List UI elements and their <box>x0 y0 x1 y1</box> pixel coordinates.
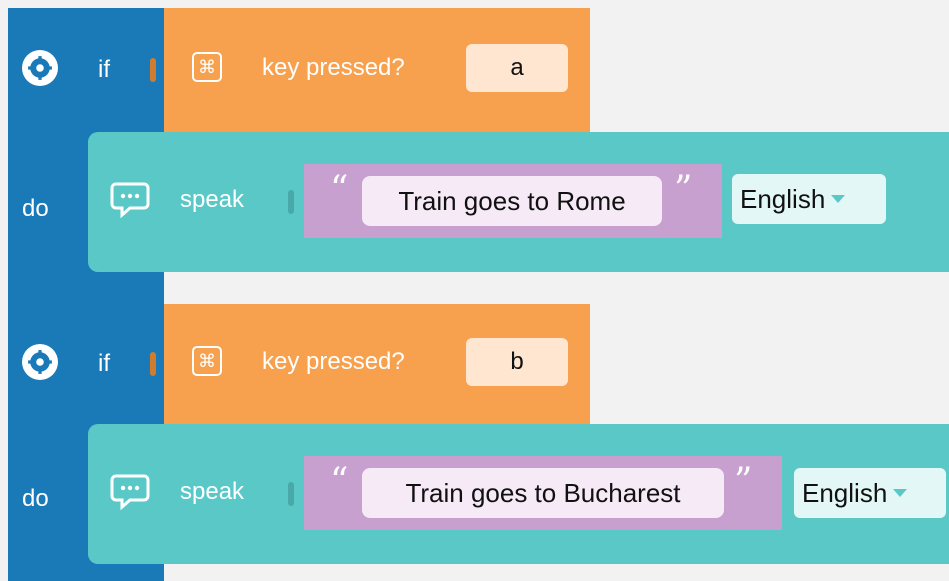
command-key-icon: ⌘ <box>192 346 222 376</box>
speak-label: speak <box>180 478 245 505</box>
input-notch <box>288 482 294 506</box>
language-value: English <box>802 477 888 508</box>
speak-label: speak <box>180 186 245 213</box>
text-input[interactable]: Train goes to Rome <box>362 176 662 226</box>
key-pressed-label: key pressed? <box>262 348 405 375</box>
text-input[interactable]: Train goes to Bucharest <box>362 468 724 518</box>
do-label: do <box>22 195 49 222</box>
speech-bubble-icon <box>110 180 150 223</box>
input-notch <box>150 58 156 82</box>
chevron-down-icon <box>893 489 908 497</box>
gear-icon[interactable] <box>22 344 58 380</box>
open-quote-icon: “ <box>330 461 349 502</box>
language-dropdown[interactable]: English <box>794 468 946 518</box>
speech-bubble-icon <box>110 472 150 515</box>
language-dropdown[interactable]: English <box>732 174 886 224</box>
close-quote-icon: ” <box>674 169 693 210</box>
key-input[interactable]: b <box>466 338 568 386</box>
if-label: if <box>98 350 110 377</box>
language-value: English <box>740 183 826 214</box>
open-quote-icon: “ <box>330 169 349 210</box>
do-label: do <box>22 485 49 512</box>
gear-icon[interactable] <box>22 50 58 86</box>
command-key-icon: ⌘ <box>192 52 222 82</box>
chevron-down-icon <box>831 195 846 203</box>
if-label: if <box>98 56 110 83</box>
key-pressed-label: key pressed? <box>262 54 405 81</box>
key-input[interactable]: a <box>466 44 568 92</box>
input-notch <box>150 352 156 376</box>
input-notch <box>288 190 294 214</box>
close-quote-icon: ” <box>734 461 753 502</box>
